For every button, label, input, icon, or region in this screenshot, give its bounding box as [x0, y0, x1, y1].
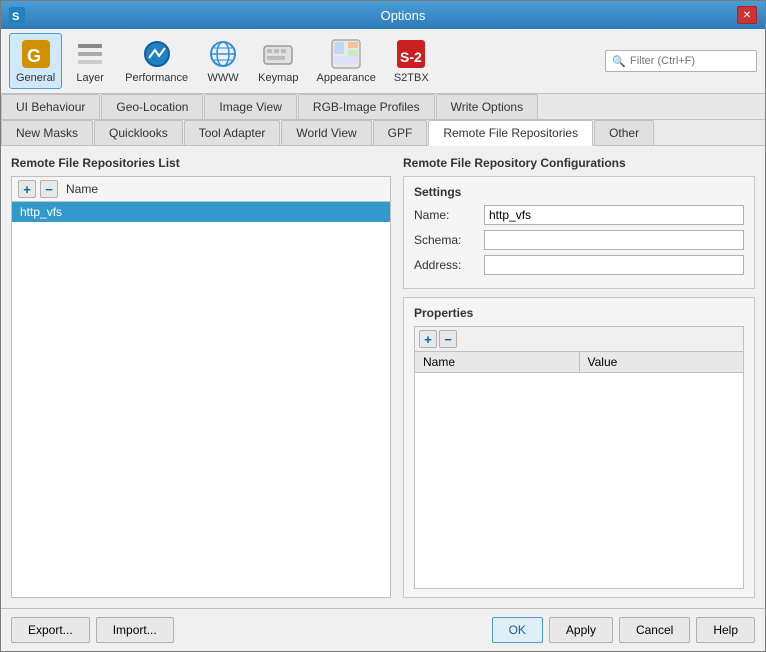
- settings-title: Settings: [414, 185, 744, 199]
- repos-list-container: + − Name http_vfs: [11, 176, 391, 598]
- prop-table-header: Name Value: [415, 352, 743, 373]
- filter-box: 🔍: [605, 50, 757, 72]
- tab-tool-adapter[interactable]: Tool Adapter: [184, 120, 281, 145]
- content-area: Remote File Repositories List + − Name h…: [11, 156, 755, 598]
- prop-value-col: Value: [580, 352, 744, 372]
- repos-list: http_vfs: [12, 202, 390, 597]
- title-bar: S Options ✕: [1, 1, 765, 29]
- www-icon: [207, 38, 239, 70]
- toolbar: G General Layer Performance: [1, 29, 765, 94]
- schema-field-row: Schema:: [414, 230, 744, 250]
- tab-remote-file-repos[interactable]: Remote File Repositories: [428, 120, 593, 146]
- prop-toolbar: + −: [415, 327, 743, 352]
- keymap-label: Keymap: [258, 72, 298, 84]
- tabs-row1: UI Behaviour Geo-Location Image View RGB…: [1, 94, 765, 120]
- add-property-button[interactable]: +: [419, 330, 437, 348]
- toolbar-appearance[interactable]: Appearance: [309, 33, 382, 89]
- schema-input[interactable]: [484, 230, 744, 250]
- right-panel-title: Remote File Repository Configurations: [403, 156, 755, 170]
- tab-world-view[interactable]: World View: [281, 120, 371, 145]
- name-input[interactable]: [484, 205, 744, 225]
- appearance-icon: [330, 38, 362, 70]
- filter-input[interactable]: [630, 55, 750, 67]
- list-header: + − Name: [12, 177, 390, 202]
- properties-title: Properties: [414, 306, 744, 320]
- bottom-left: Export... Import...: [11, 617, 174, 643]
- help-button[interactable]: Help: [696, 617, 755, 643]
- import-button[interactable]: Import...: [96, 617, 174, 643]
- toolbar-www[interactable]: WWW: [199, 33, 247, 89]
- toolbar-layer[interactable]: Layer: [66, 33, 114, 89]
- remove-repo-button[interactable]: −: [40, 180, 58, 198]
- tab-geo-location[interactable]: Geo-Location: [101, 94, 203, 119]
- name-field-row: Name:: [414, 205, 744, 225]
- name-label: Name:: [414, 208, 484, 222]
- tab-gpf[interactable]: GPF: [373, 120, 428, 145]
- tab-rgb-image-profiles[interactable]: RGB-Image Profiles: [298, 94, 435, 119]
- right-panel: Remote File Repository Configurations Se…: [403, 156, 755, 598]
- toolbar-keymap[interactable]: Keymap: [251, 33, 305, 89]
- window-title: Options: [69, 8, 737, 23]
- list-col-header: Name: [66, 182, 98, 196]
- left-panel-title: Remote File Repositories List: [11, 156, 391, 170]
- svg-text:S: S: [12, 11, 19, 23]
- toolbar-s2tbx[interactable]: S-2 S2TBX: [387, 33, 436, 89]
- layer-icon: [74, 38, 106, 70]
- options-window: S Options ✕ G General: [0, 0, 766, 652]
- title-controls: ✕: [737, 6, 757, 24]
- main-content: Remote File Repositories List + − Name h…: [1, 146, 765, 608]
- tab-image-view[interactable]: Image View: [204, 94, 296, 119]
- appearance-label: Appearance: [316, 72, 375, 84]
- remove-property-button[interactable]: −: [439, 330, 457, 348]
- performance-icon: [141, 38, 173, 70]
- app-icon: S: [9, 7, 25, 23]
- settings-group: Settings Name: Schema: Address:: [403, 176, 755, 289]
- address-input[interactable]: [484, 255, 744, 275]
- tab-new-masks[interactable]: New Masks: [1, 120, 93, 145]
- toolbar-general[interactable]: G General: [9, 33, 62, 89]
- s2tbx-label: S2TBX: [394, 72, 429, 84]
- bottom-bar: Export... Import... OK Apply Cancel Help: [1, 608, 765, 651]
- performance-label: Performance: [125, 72, 188, 84]
- ok-button[interactable]: OK: [492, 617, 543, 643]
- properties-table: + − Name Value: [414, 326, 744, 589]
- general-label: General: [16, 72, 55, 84]
- tab-quicklooks[interactable]: Quicklooks: [94, 120, 183, 145]
- cancel-button[interactable]: Cancel: [619, 617, 690, 643]
- list-item[interactable]: http_vfs: [12, 202, 390, 222]
- close-button[interactable]: ✕: [737, 6, 757, 24]
- apply-button[interactable]: Apply: [549, 617, 613, 643]
- svg-text:S-2: S-2: [400, 49, 422, 65]
- prop-table-body: [415, 373, 743, 588]
- search-icon: 🔍: [612, 55, 626, 68]
- bottom-right: OK Apply Cancel Help: [492, 617, 755, 643]
- general-icon: G: [20, 38, 52, 70]
- left-panel: Remote File Repositories List + − Name h…: [11, 156, 391, 598]
- prop-name-col: Name: [415, 352, 580, 372]
- tab-other[interactable]: Other: [594, 120, 654, 145]
- toolbar-performance[interactable]: Performance: [118, 33, 195, 89]
- keymap-icon: [262, 38, 294, 70]
- export-button[interactable]: Export...: [11, 617, 90, 643]
- www-label: WWW: [208, 72, 239, 84]
- s2tbx-icon: S-2: [395, 38, 427, 70]
- svg-text:G: G: [27, 46, 41, 66]
- address-label: Address:: [414, 258, 484, 272]
- properties-group: Properties + − Name Value: [403, 297, 755, 598]
- add-repo-button[interactable]: +: [18, 180, 36, 198]
- schema-label: Schema:: [414, 233, 484, 247]
- tab-write-options[interactable]: Write Options: [436, 94, 538, 119]
- tab-ui-behaviour[interactable]: UI Behaviour: [1, 94, 100, 119]
- tabs-row2: New Masks Quicklooks Tool Adapter World …: [1, 120, 765, 146]
- address-field-row: Address:: [414, 255, 744, 275]
- layer-label: Layer: [76, 72, 104, 84]
